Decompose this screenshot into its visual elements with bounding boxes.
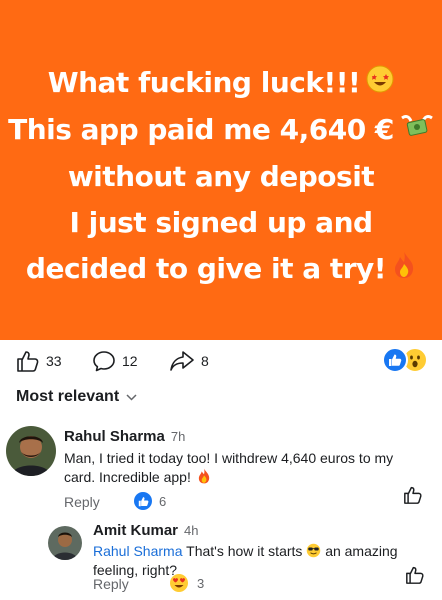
like-reaction-icon [382,347,408,373]
chevron-down-icon [126,393,137,401]
avatar[interactable] [6,426,56,476]
post-image-banner[interactable]: What fucking luck!!! This app paid me 4,… [0,0,442,340]
comment-bubble-icon [93,351,115,372]
star-struck-emoji-icon [366,61,394,107]
mention-link[interactable]: Rahul Sharma [93,543,183,559]
reply-button[interactable]: Reply [64,494,100,510]
reaction-count: 6 [159,493,167,509]
post-text: What fucking luck!!! This app paid me 4,… [8,48,434,293]
reaction-count: 3 [197,575,205,591]
share-button[interactable]: 8 [169,350,209,372]
fire-emoji-icon [392,247,416,293]
avatar[interactable] [48,526,82,560]
comment-timestamp[interactable]: 7h [171,429,185,444]
thumbs-up-icon [17,351,39,372]
thumbs-up-icon [406,566,424,584]
comment-text: Man, I tried it today too! I withdrew 4,… [64,450,394,485]
post-line-1: What fucking luck!!! [8,60,434,107]
comments-sort-dropdown[interactable]: Most relevant [16,388,137,406]
comment-timestamp[interactable]: 4h [184,523,198,538]
post-action-bar: 33 12 8 [0,340,442,382]
thumbs-up-icon [404,486,422,504]
like-button[interactable]: 33 [16,350,62,372]
post-line-3: without any deposit [67,159,375,193]
like-comment-button[interactable] [403,486,423,509]
reply-text: Rahul Sharma That's how it starts an ama… [93,543,398,578]
like-comment-button[interactable] [405,566,425,589]
share-count: 8 [201,353,209,369]
comment-reactions[interactable]: 6 [134,492,166,510]
reaction-summary[interactable] [382,347,428,373]
like-count: 33 [46,353,62,369]
sort-label: Most relevant [16,388,120,405]
reply-header: Amit Kumar 4h [93,522,198,539]
like-reaction-icon [134,492,152,510]
fire-emoji-icon [198,468,209,484]
commenter-name[interactable]: Rahul Sharma [64,428,165,445]
sunglasses-emoji-icon [307,543,321,558]
share-arrow-icon [170,351,194,371]
comment-button[interactable]: 12 [92,350,138,372]
money-with-wings-emoji-icon [400,108,434,154]
comment-header: Rahul Sharma 7h [64,428,185,445]
post-line-5: decided to give it a try! [8,246,434,293]
reply-button[interactable]: Reply [93,576,129,592]
heart-eyes-emoji-icon [170,574,188,592]
comment-count: 12 [122,353,138,369]
post-line-4: I just signed up and [69,205,373,239]
commenter-name[interactable]: Amit Kumar [93,522,178,539]
comment-reactions[interactable]: 3 [169,573,204,593]
post-line-2: This app paid me 4,640 € [8,107,434,154]
